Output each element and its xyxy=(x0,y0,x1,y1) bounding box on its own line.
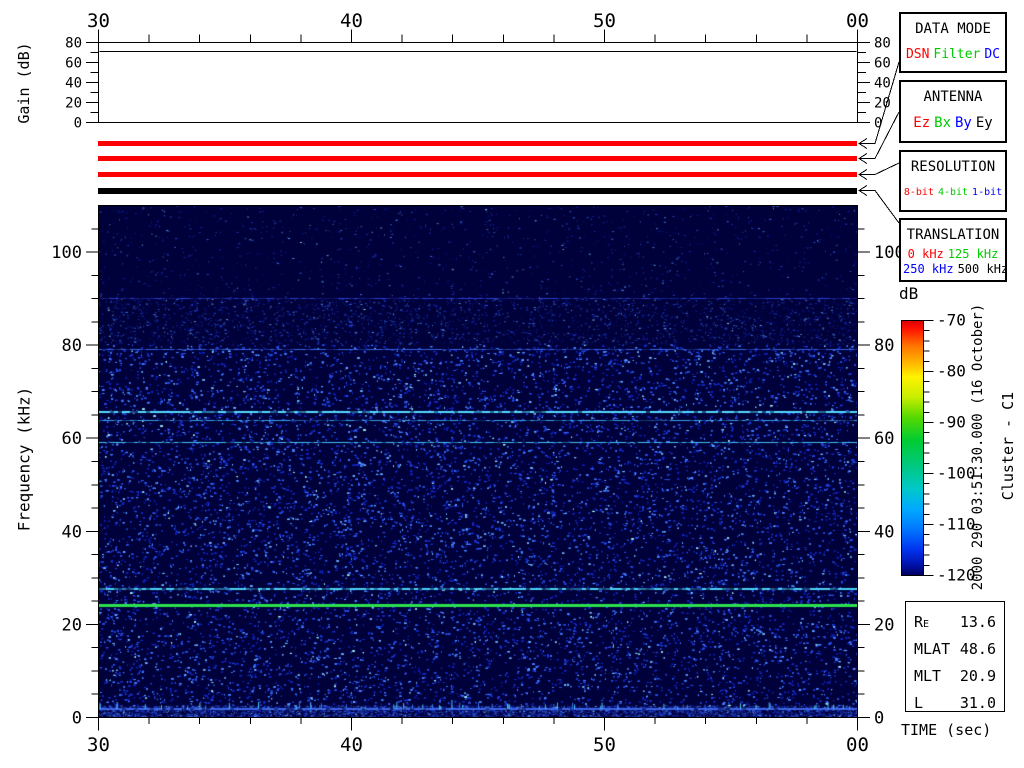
legend-item: 1-bit xyxy=(972,187,1003,198)
ephemeris-row: MLT 20.9 xyxy=(906,663,1004,690)
plot-border xyxy=(98,42,858,123)
ephemeris-row-label: MLT xyxy=(914,667,942,685)
tick-label: 0 xyxy=(72,709,82,729)
ephemeris-row-label: L xyxy=(914,694,924,712)
tick-label: 30 xyxy=(87,10,110,32)
legend-item: 250 kHz xyxy=(903,262,954,276)
ephemeris-row: L 31.0 xyxy=(906,690,1004,717)
legend-item: Filter xyxy=(933,47,981,62)
callout-arrow xyxy=(858,185,868,196)
resolution-values: 8-bit 4-bit 1-bit xyxy=(901,187,1005,198)
tick-label: 40 xyxy=(340,734,363,756)
legend-item: By xyxy=(955,115,972,131)
tick-label: 60 xyxy=(62,429,82,449)
tick-label: 0 xyxy=(874,709,884,729)
tick-label: 00 xyxy=(846,734,869,756)
ephemeris-row-value: 48.6 xyxy=(959,640,996,658)
callout-arrow xyxy=(859,190,900,224)
tick-label: 00 xyxy=(846,10,869,32)
tick-label: 40 xyxy=(874,522,894,542)
data-mode-panel: DATA MODE DSN Filter DC xyxy=(899,12,1007,73)
ephemeris-row-value: 13.6 xyxy=(959,613,996,631)
legend-item: 125 kHz xyxy=(947,247,999,261)
legend-item: 0 kHz xyxy=(907,247,944,261)
resolution-panel: RESOLUTION 8-bit 4-bit 1-bit xyxy=(899,150,1007,212)
frequency-axis-label: Frequency (kHz) xyxy=(14,386,34,532)
translation-values: 0 kHz 125 kHz 250 kHz 500 kHz xyxy=(901,247,1008,277)
tick-label: 80 xyxy=(874,336,894,356)
status-bar-antenna xyxy=(98,156,857,161)
callout-arrow xyxy=(858,153,868,164)
tick-label: 50 xyxy=(593,734,616,756)
tick-label: -80 xyxy=(937,362,966,381)
callout-arrow xyxy=(859,162,900,175)
tick-label: 20 xyxy=(62,615,82,635)
callout-arrow xyxy=(859,61,900,144)
tick-label: 100 xyxy=(51,243,82,263)
tick-label: 60 xyxy=(874,429,894,449)
tick-label: 80 xyxy=(874,36,891,52)
tick-label: 60 xyxy=(65,56,82,72)
status-bar-data-mode xyxy=(98,141,857,146)
data-mode-values: DSN Filter DC xyxy=(901,47,1005,62)
tick-label: 60 xyxy=(874,56,891,72)
tick-label: 20 xyxy=(874,615,894,635)
tick-label: 20 xyxy=(874,96,891,112)
ephemeris-row: MLAT 48.6 xyxy=(906,636,1004,663)
spacecraft-label: Cluster - C1 xyxy=(999,391,1017,501)
timestamp-label: 2000 290 03:51:30.000 (16 October) xyxy=(970,303,986,591)
tick-label: 40 xyxy=(874,76,891,92)
callout-arrow xyxy=(858,138,868,149)
antenna-panel-title: ANTENNA xyxy=(923,89,983,105)
legend-item: 4-bit xyxy=(937,187,969,198)
tick-label: -90 xyxy=(937,413,966,432)
wbd-spectrogram-display: 30 30 40 40 50 50 00 00 0 0 20 20 40 40 60 60 80 80 0 0 20 20… xyxy=(0,0,1024,768)
tick-label: 20 xyxy=(65,96,82,112)
tick-label: 0 xyxy=(874,116,882,132)
legend-item: 8-bit xyxy=(903,187,934,198)
colorbar-gradient xyxy=(902,321,923,575)
legend-item: DC xyxy=(984,47,1001,62)
legend-item: Ey xyxy=(975,115,993,131)
legend-item: Ez xyxy=(913,115,931,131)
translation-row: 250 kHz 500 kHz xyxy=(901,262,1008,277)
ephemeris-row-value: 31.0 xyxy=(959,694,996,712)
tick-label: 80 xyxy=(62,336,82,356)
data-mode-panel-title: DATA MODE xyxy=(915,21,991,37)
ephemeris-panel: RE 13.6 MLAT 48.6 MLT 20.9 L 31.0 xyxy=(905,601,1005,712)
ephemeris-row-label: RE xyxy=(914,613,930,631)
resolution-panel-title: RESOLUTION xyxy=(910,159,996,175)
translation-panel-title: TRANSLATION xyxy=(906,227,1000,243)
time-axis-label: TIME (sec) xyxy=(901,721,992,739)
ephemeris-row: RE 13.6 xyxy=(906,609,1004,636)
callout-arrow xyxy=(858,169,868,180)
translation-row: 0 kHz 125 kHz xyxy=(901,247,1005,262)
tick-label: 30 xyxy=(87,734,110,756)
legend-item: Bx xyxy=(934,115,951,131)
gain-axis-label: Gain (dB) xyxy=(15,42,33,124)
tick-label: 50 xyxy=(593,10,616,32)
tick-label: 40 xyxy=(65,76,82,92)
tick-label: 40 xyxy=(62,522,82,542)
colorbar-unit-label: dB xyxy=(899,284,919,303)
status-bar-resolution xyxy=(98,172,857,177)
tick-label: -70 xyxy=(937,311,966,330)
antenna-values: Ez Bx By Ey xyxy=(901,115,1005,131)
tick-label: 80 xyxy=(65,36,82,52)
tick-label: 40 xyxy=(340,10,363,32)
ephemeris-row-label: MLAT xyxy=(914,640,951,658)
antenna-panel: ANTENNA Ez Bx By Ey xyxy=(899,80,1007,143)
spectrogram-canvas xyxy=(98,205,857,717)
ephemeris-row-value: 20.9 xyxy=(959,667,996,685)
callout-arrow xyxy=(859,111,900,159)
tick-label: 0 xyxy=(74,116,82,132)
legend-item: 500 kHz xyxy=(957,262,1009,276)
translation-panel: TRANSLATION 0 kHz 125 kHz 250 kHz 500 kHz xyxy=(899,218,1008,282)
legend-item: DSN xyxy=(905,47,930,62)
status-bar-translation xyxy=(98,188,857,194)
